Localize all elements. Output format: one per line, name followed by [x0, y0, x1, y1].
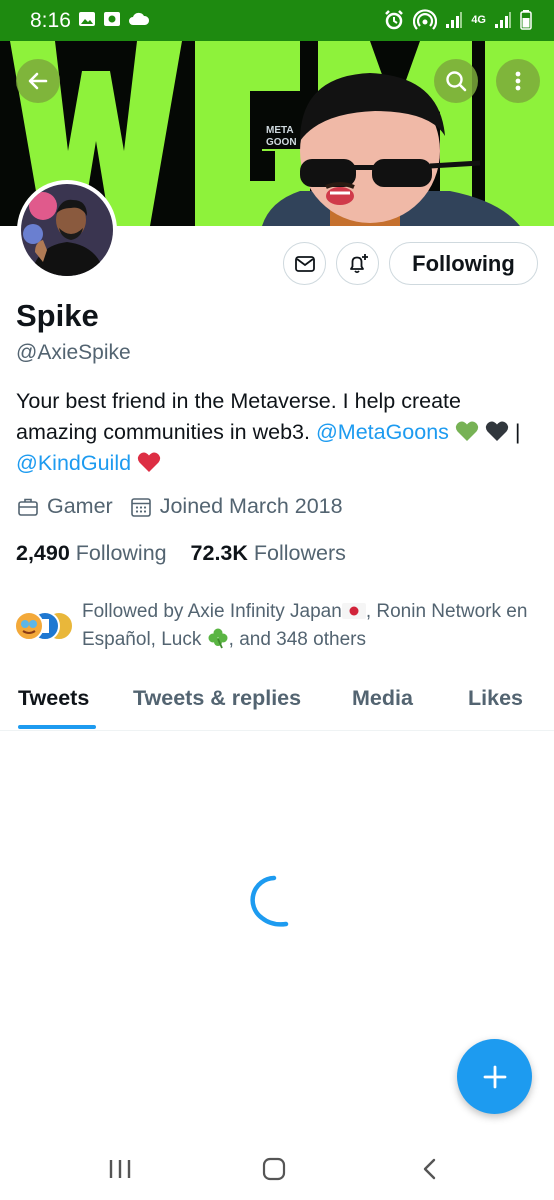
home-icon[interactable]: [262, 1157, 286, 1181]
followers-label: Followers: [253, 541, 346, 565]
red-heart-icon: [137, 452, 161, 472]
profile-bio: Your best friend in the Metaverse. I hel…: [16, 386, 536, 479]
tab-active-indicator: [18, 725, 96, 729]
bio-mention-metagoons[interactable]: @MetaGoons: [316, 420, 449, 444]
avatar-photo: [21, 184, 113, 276]
tab-likes[interactable]: Likes: [468, 686, 523, 711]
signal-icon: [446, 12, 463, 28]
following-label: Following: [75, 541, 167, 565]
followed-by-tail: , and 348 others: [228, 629, 366, 650]
compose-tweet-button[interactable]: [457, 1039, 532, 1114]
tab-tweets[interactable]: Tweets: [18, 686, 89, 711]
followed-by-avatars: [14, 611, 74, 641]
status-right-icons: 4G: [383, 9, 532, 31]
following-count: 2,490: [16, 541, 70, 565]
status-time: 8:16: [30, 9, 71, 32]
recent-apps-icon[interactable]: [108, 1158, 132, 1180]
battery-icon: [520, 10, 532, 30]
bio-separator: |: [508, 420, 521, 444]
cloud-icon: [129, 12, 150, 25]
green-heart-icon: [455, 421, 479, 441]
image-icon: [79, 12, 95, 26]
profile-meta: Gamer Joined March 2018: [17, 494, 343, 519]
status-left-icons: [78, 10, 150, 28]
follow-stats: 2,490 Following 72.3K Followers: [16, 541, 346, 566]
profile-tabs: Tweets Tweets & replies Media Likes: [0, 680, 554, 731]
message-button[interactable]: [283, 242, 326, 285]
followers-link[interactable]: 72.3K Followers: [191, 541, 346, 565]
followers-count: 72.3K: [190, 541, 248, 565]
search-icon: [446, 71, 467, 92]
hotspot-icon: [413, 9, 438, 30]
clover-icon: [208, 628, 228, 649]
signal-icon-2: [495, 12, 511, 28]
network-4g-icon: 4G: [471, 14, 486, 26]
profile-handle: @AxieSpike: [16, 341, 131, 364]
tab-media[interactable]: Media: [352, 686, 413, 711]
profile-avatar[interactable]: [17, 180, 117, 280]
app-icon: [104, 12, 120, 26]
svg-text:META: META: [266, 125, 294, 136]
system-nav-bar: [0, 1140, 554, 1200]
alarm-icon: [385, 10, 404, 30]
back-button[interactable]: [16, 59, 60, 103]
mail-icon: [294, 255, 315, 272]
following-button[interactable]: Following: [389, 242, 538, 285]
briefcase-icon: [18, 498, 38, 516]
loading-spinner: [250, 875, 289, 927]
bio-mention-kindguild[interactable]: @KindGuild: [16, 451, 131, 475]
plus-icon: [483, 1065, 506, 1088]
svg-text:GOON: GOON: [266, 137, 297, 148]
black-heart-icon: [485, 421, 509, 441]
back-nav-icon[interactable]: [420, 1157, 440, 1181]
more-options-button[interactable]: [496, 59, 540, 103]
following-link[interactable]: 2,490 Following: [16, 541, 167, 565]
japan-flag-icon: [341, 603, 366, 619]
arrow-left-icon: [28, 72, 48, 90]
notifications-button[interactable]: [336, 242, 379, 285]
followed-by-text: Followed by Axie Infinity Japan, Ronin N…: [82, 598, 542, 654]
profile-name: Spike: [16, 298, 99, 333]
tab-tweets-replies[interactable]: Tweets & replies: [133, 686, 301, 711]
bell-plus-icon: [349, 253, 368, 273]
profile-joined: Joined March 2018: [159, 494, 343, 518]
status-bar: 8:16 4G: [0, 0, 554, 41]
search-button[interactable]: [434, 59, 478, 103]
followed-by-lead: Followed by Axie Infinity Japan: [82, 601, 342, 622]
profile-category: Gamer: [47, 494, 113, 518]
calendar-icon: [130, 497, 151, 517]
more-vertical-icon: [515, 71, 521, 91]
